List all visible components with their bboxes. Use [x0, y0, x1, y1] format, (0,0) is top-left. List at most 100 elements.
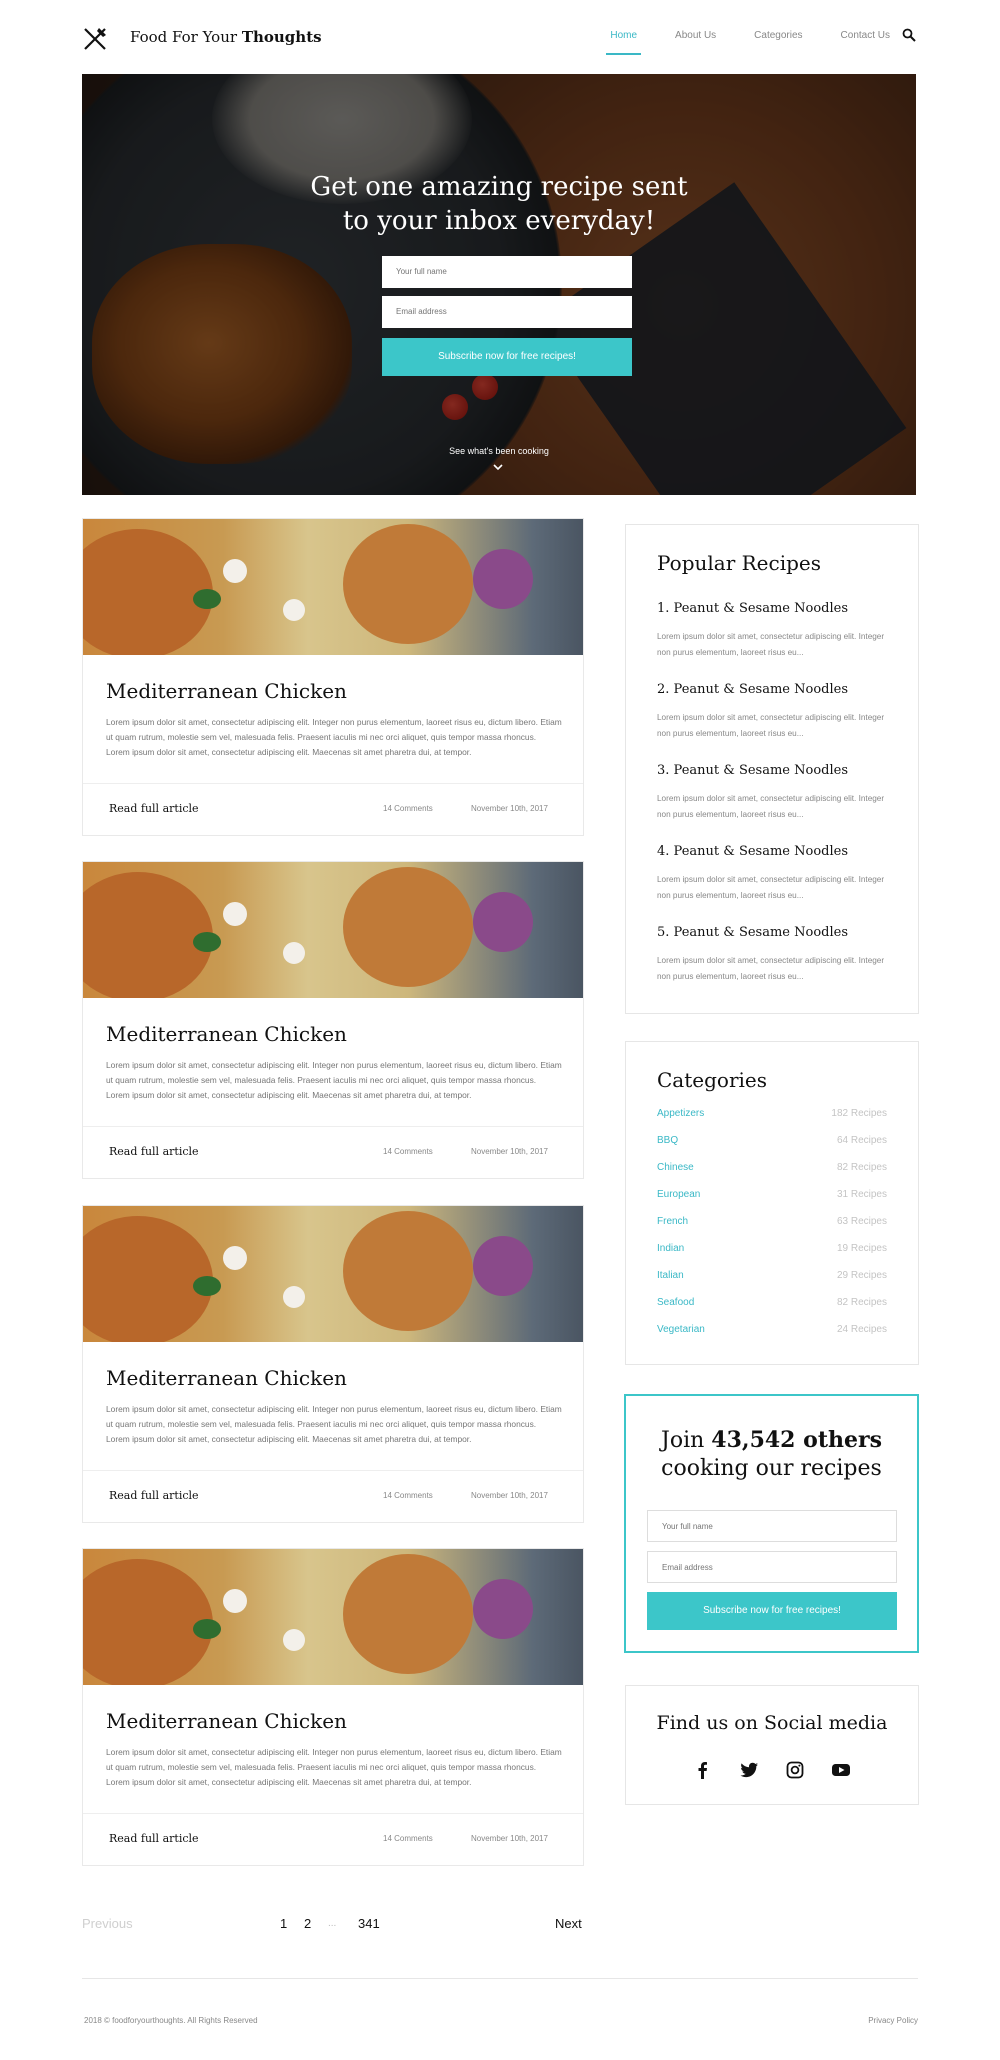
chicken-blob — [83, 1559, 213, 1685]
social-title: Find us on Social media — [656, 1712, 888, 1734]
category-name[interactable]: Chinese — [657, 1162, 694, 1173]
category-name[interactable]: Vegetarian — [657, 1324, 705, 1335]
category-row[interactable]: French 63 Recipes — [657, 1216, 887, 1232]
popular-recipe-desc: Lorem ipsum dolor sit amet, consectetur … — [657, 632, 885, 657]
category-row[interactable]: Seafood 82 Recipes — [657, 1297, 887, 1313]
popular-recipe-title[interactable]: 1. Peanut & Sesame Noodles — [657, 601, 848, 616]
nav-home[interactable]: Home — [606, 30, 641, 55]
comments-count[interactable]: 14 Comments — [383, 1147, 433, 1156]
comments-count[interactable]: 14 Comments — [383, 1834, 433, 1843]
social-box: Find us on Social media — [625, 1685, 919, 1805]
popular-recipe-desc: Lorem ipsum dolor sit amet, consectetur … — [657, 713, 885, 738]
category-name[interactable]: Italian — [657, 1270, 684, 1281]
pagination-previous[interactable]: Previous — [82, 1916, 133, 1931]
hero-subscribe-button[interactable]: Subscribe now for free recipes! — [382, 338, 632, 376]
category-name[interactable]: Appetizers — [657, 1108, 704, 1119]
popular-recipe-title[interactable]: 5. Peanut & Sesame Noodles — [657, 925, 848, 940]
divider — [83, 783, 583, 784]
pagination-page[interactable]: 341 — [358, 1916, 380, 1931]
chicken-blob — [343, 867, 473, 987]
nav-about-us[interactable]: About Us — [675, 30, 716, 55]
newsletter-title: Join 43,542 others cooking our recipes — [626, 1426, 917, 1483]
chicken-blob — [83, 872, 213, 998]
category-count: 29 Recipes — [836, 1270, 887, 1281]
newsletter-subscribe-button[interactable]: Subscribe now for free recipes! — [647, 1592, 897, 1630]
newsletter-email-input[interactable] — [647, 1551, 897, 1583]
article-image[interactable] — [83, 1549, 583, 1685]
categories-box: Categories Appetizers 182 Recipes BBQ 64… — [625, 1041, 919, 1365]
popular-recipe-title[interactable]: 3. Peanut & Sesame Noodles — [657, 763, 848, 778]
category-count: 63 Recipes — [836, 1216, 887, 1227]
hero-title-line2: to your inbox everyday! — [342, 206, 656, 236]
feta-blob — [283, 1286, 305, 1308]
article-title[interactable]: Mediterranean Chicken — [106, 1022, 347, 1046]
hero-email-input[interactable] — [382, 296, 632, 328]
article-image[interactable] — [83, 862, 583, 998]
chicken-blob — [343, 524, 473, 644]
pagination-page[interactable]: 1 — [280, 1916, 287, 1931]
category-row[interactable]: Indian 19 Recipes — [657, 1243, 887, 1259]
brand-regular: Food For Your — [130, 28, 238, 46]
nav-contact-us[interactable]: Contact Us — [841, 30, 890, 55]
category-row[interactable]: Chinese 82 Recipes — [657, 1162, 887, 1178]
read-article-link[interactable]: Read full article — [109, 1832, 199, 1845]
onion-blob — [473, 549, 533, 609]
see-more-link[interactable]: See what's been cooking — [82, 446, 916, 456]
comments-count[interactable]: 14 Comments — [383, 804, 433, 813]
read-article-link[interactable]: Read full article — [109, 1489, 199, 1502]
brand-name[interactable]: Food For Your Thoughts — [130, 28, 322, 46]
category-name[interactable]: French — [657, 1216, 688, 1227]
newsletter-name-input[interactable] — [647, 1510, 897, 1542]
onion-blob — [473, 892, 533, 952]
youtube-icon[interactable] — [831, 1760, 851, 1780]
popular-recipe-desc: Lorem ipsum dolor sit amet, consectetur … — [657, 875, 885, 900]
facebook-icon[interactable] — [693, 1760, 713, 1780]
herb-blob — [193, 1619, 221, 1639]
category-name[interactable]: Seafood — [657, 1297, 694, 1308]
newsletter-title-prefix: Join — [661, 1428, 705, 1453]
category-row[interactable]: European 31 Recipes — [657, 1189, 887, 1205]
nav-categories[interactable]: Categories — [754, 30, 802, 55]
pagination-next[interactable]: Next — [555, 1916, 582, 1931]
feta-blob — [223, 1589, 247, 1613]
instagram-icon[interactable] — [785, 1760, 805, 1780]
search-icon[interactable] — [902, 28, 916, 42]
article-excerpt: Lorem ipsum dolor sit amet, consectetur … — [106, 1747, 562, 1787]
category-count: 82 Recipes — [836, 1297, 887, 1308]
read-article-link[interactable]: Read full article — [109, 802, 199, 815]
pagination-page[interactable]: 2 — [304, 1916, 311, 1931]
category-name[interactable]: European — [657, 1189, 700, 1200]
privacy-policy-link[interactable]: Privacy Policy — [868, 2016, 918, 2025]
feta-blob — [283, 942, 305, 964]
article-image[interactable] — [83, 519, 583, 655]
category-count: 31 Recipes — [836, 1189, 887, 1200]
feta-blob — [283, 599, 305, 621]
article-excerpt: Lorem ipsum dolor sit amet, consectetur … — [106, 717, 562, 757]
article-date: November 10th, 2017 — [471, 1147, 548, 1156]
article-title[interactable]: Mediterranean Chicken — [106, 1709, 347, 1733]
popular-recipe-title[interactable]: 2. Peanut & Sesame Noodles — [657, 682, 848, 697]
category-row[interactable]: Appetizers 182 Recipes — [657, 1108, 887, 1124]
fork-knife-icon[interactable] — [82, 26, 108, 52]
article-title[interactable]: Mediterranean Chicken — [106, 1366, 347, 1390]
popular-recipes-box: Popular Recipes 1. Peanut & Sesame Noodl… — [625, 524, 919, 1014]
category-row[interactable]: Italian 29 Recipes — [657, 1270, 887, 1286]
hero-name-input[interactable] — [382, 256, 632, 288]
twitter-icon[interactable] — [739, 1760, 759, 1780]
category-row[interactable]: Vegetarian 24 Recipes — [657, 1324, 887, 1340]
onion-blob — [473, 1236, 533, 1296]
category-name[interactable]: BBQ — [657, 1135, 678, 1146]
popular-recipe-title[interactable]: 4. Peanut & Sesame Noodles — [657, 844, 848, 859]
read-article-link[interactable]: Read full article — [109, 1145, 199, 1158]
category-row[interactable]: BBQ 64 Recipes — [657, 1135, 887, 1151]
article-image[interactable] — [83, 1206, 583, 1342]
category-count: 19 Recipes — [836, 1243, 887, 1254]
newsletter-title-line2: cooking our recipes — [661, 1456, 882, 1481]
category-count: 182 Recipes — [831, 1108, 887, 1119]
category-name[interactable]: Indian — [657, 1243, 684, 1254]
footer-divider — [82, 1978, 918, 1979]
main-nav: Home About Us Categories Contact Us — [572, 30, 890, 55]
chevron-down-icon[interactable] — [492, 462, 504, 472]
article-title[interactable]: Mediterranean Chicken — [106, 679, 347, 703]
comments-count[interactable]: 14 Comments — [383, 1491, 433, 1500]
